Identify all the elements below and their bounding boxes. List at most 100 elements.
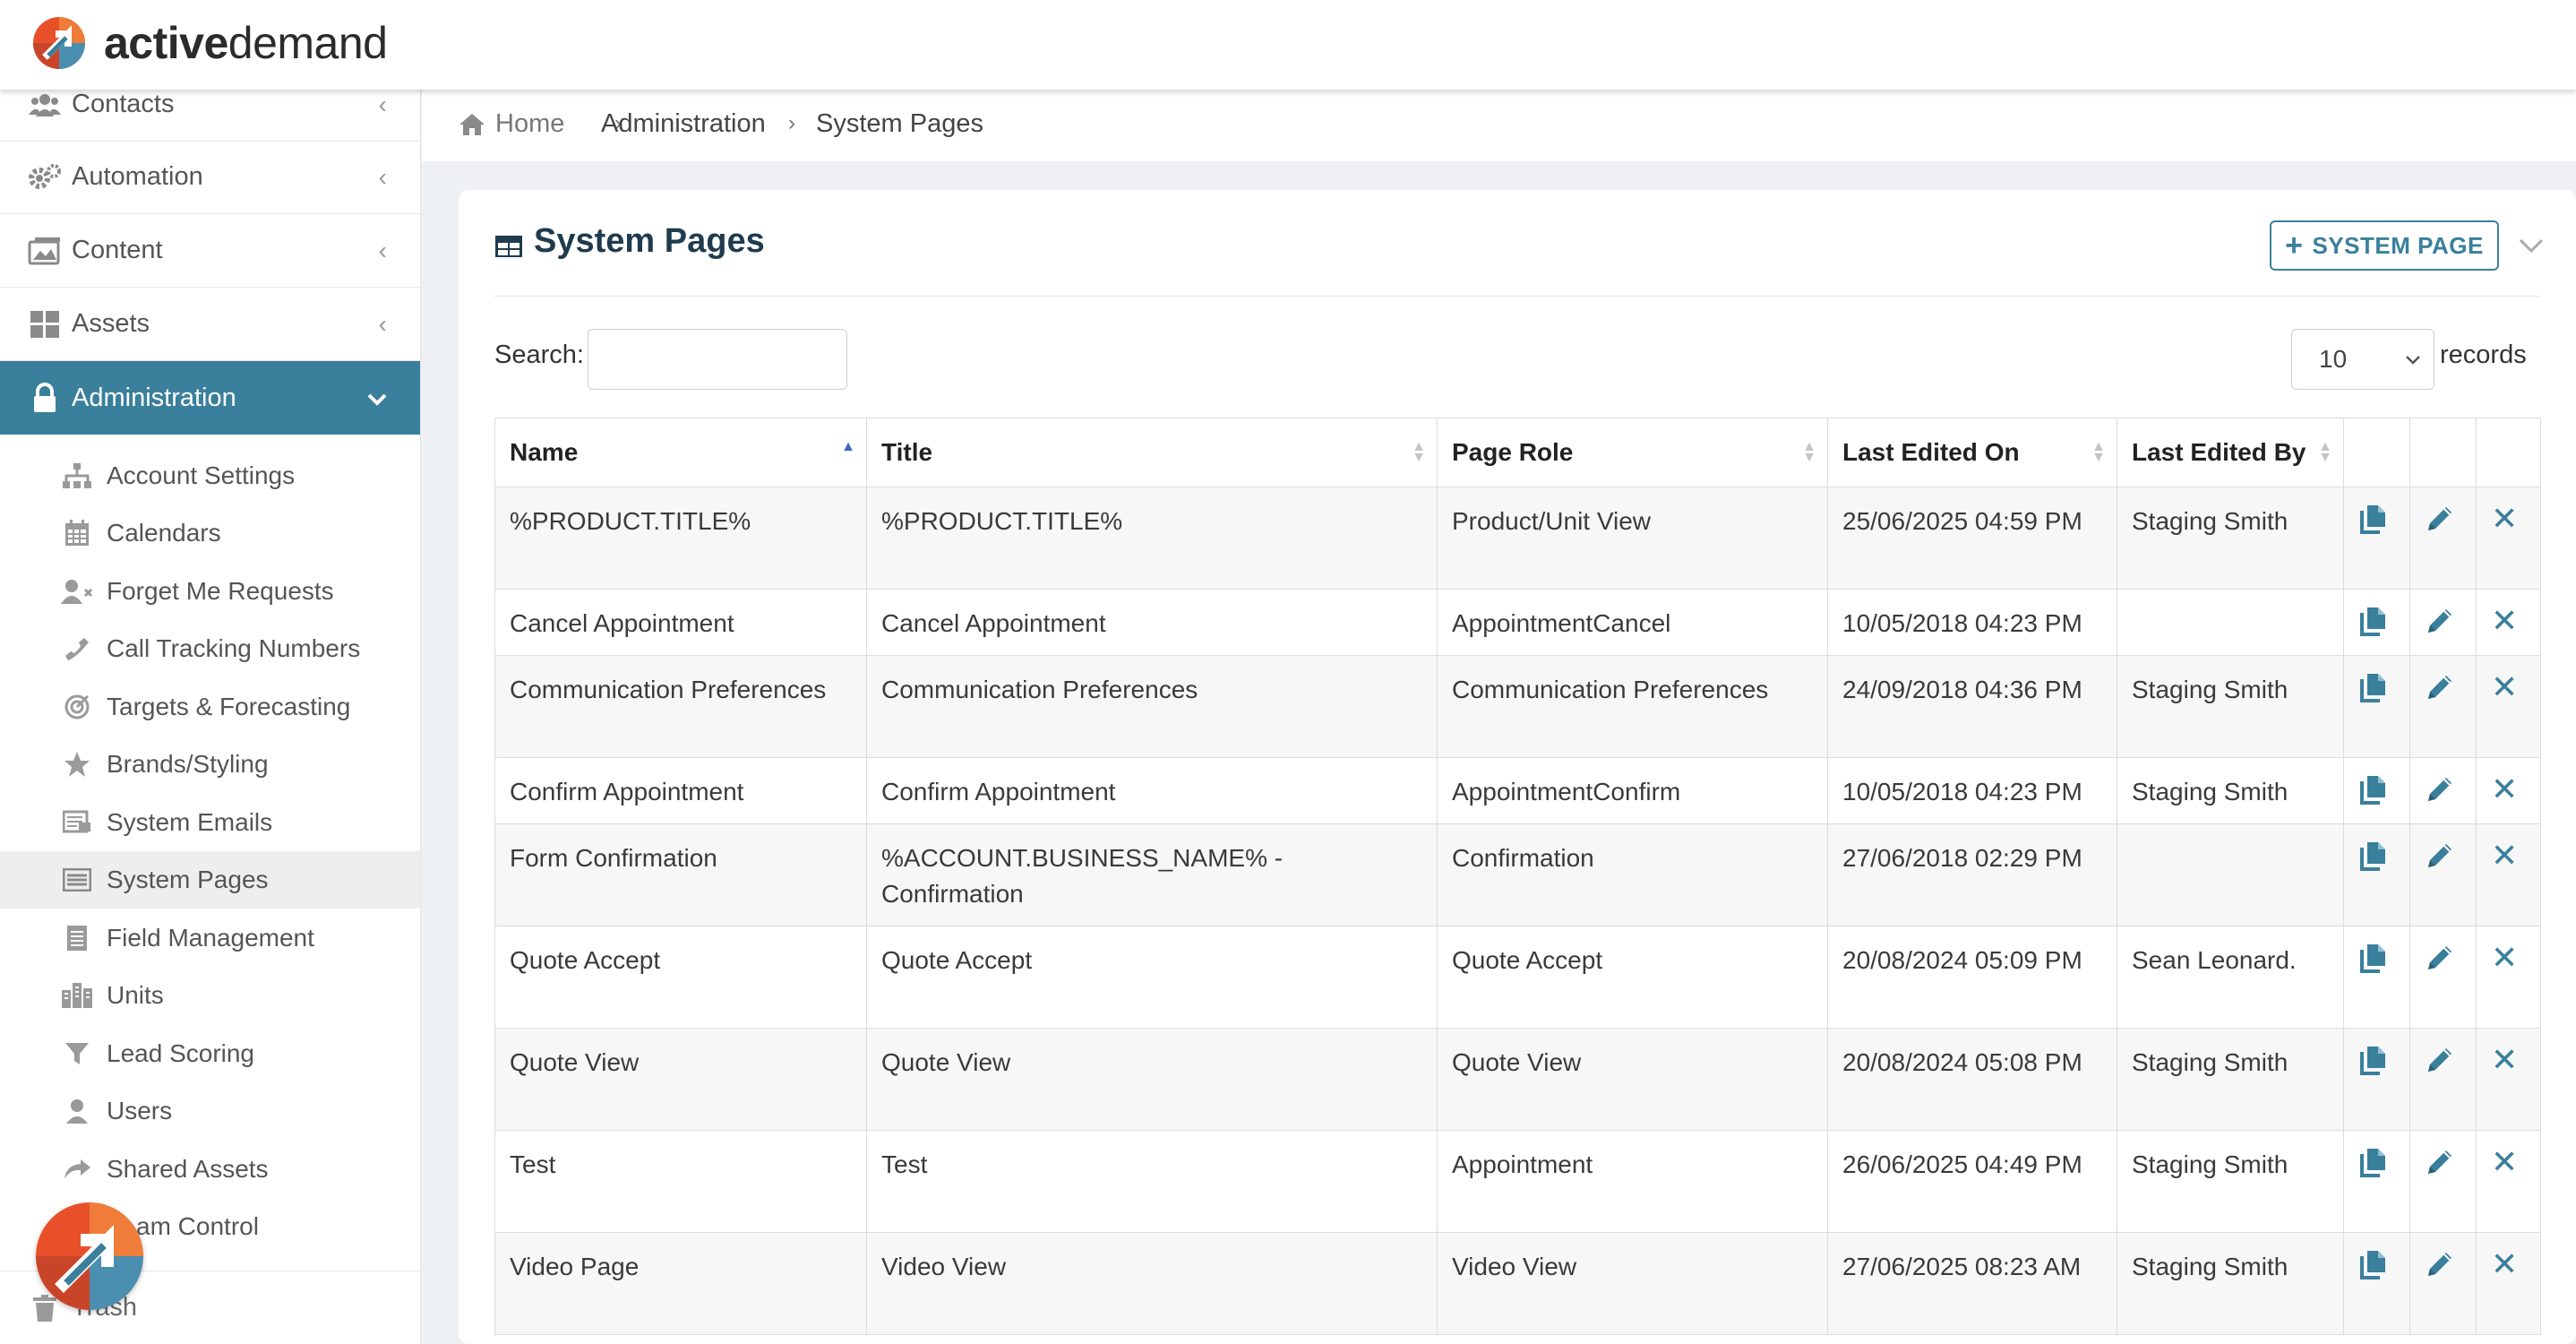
column-header-last-edited-on[interactable]: Last Edited On ▲ ▼ [1827, 418, 2117, 487]
edit-button[interactable] [2409, 487, 2477, 590]
edit-button[interactable] [2409, 926, 2477, 1029]
close-icon: ✕ [2491, 837, 2519, 874]
delete-button[interactable]: ✕ [2476, 655, 2541, 758]
copy-button[interactable] [2343, 926, 2410, 1029]
breadcrumb-administration[interactable]: Administration [601, 109, 766, 139]
sidebar-subitem-system-emails[interactable]: System Emails [0, 794, 420, 851]
sidebar-subitem-account-settings[interactable]: Account Settings [0, 447, 420, 504]
delete-button[interactable]: ✕ [2476, 926, 2541, 1029]
column-header-last-edited-by[interactable]: Last Edited By ▲ ▼ [2117, 418, 2344, 487]
chevron-down-icon[interactable] [2519, 229, 2544, 260]
edit-button[interactable] [2409, 1028, 2477, 1131]
edit-button[interactable] [2409, 1130, 2477, 1233]
close-icon: ✕ [2491, 602, 2519, 639]
column-header-name[interactable]: Name ▲ [494, 418, 867, 487]
floating-logo-badge[interactable] [36, 1202, 143, 1310]
sidebar-item-automation[interactable]: Automation ‹ [0, 141, 420, 214]
sidebar-subitem-call-tracking-numbers[interactable]: Call Tracking Numbers [0, 620, 420, 677]
cell-last-edited-by: Staging Smith [2117, 655, 2344, 758]
cell-last-edited-on: 27/06/2018 02:29 PM [1827, 823, 2117, 926]
copy-button[interactable] [2343, 589, 2410, 656]
sidebar-item-contacts[interactable]: Contacts ‹ [0, 90, 420, 142]
sidebar-subitem-forget-me-requests[interactable]: Forget Me Requests [0, 563, 420, 620]
copy-button[interactable] [2343, 1130, 2410, 1233]
copy-button[interactable] [2343, 823, 2410, 926]
chevron-left-icon: ‹ [378, 162, 387, 191]
pencil-icon [2425, 609, 2455, 642]
cell-last-edited-on: 10/05/2018 04:23 PM [1827, 589, 2117, 656]
edit-button[interactable] [2409, 655, 2477, 758]
cell-last-edited-by: Sean Leonard. [2117, 926, 2344, 1029]
cell-last-edited-on: 25/06/2025 04:59 PM [1827, 487, 2117, 590]
edit-button[interactable] [2409, 757, 2477, 824]
copy-icon [2358, 607, 2389, 642]
edit-button[interactable] [2409, 589, 2477, 656]
sidebar-item-assets[interactable]: Assets ‹ [0, 288, 420, 361]
copy-button[interactable] [2343, 1232, 2410, 1335]
edit-button[interactable] [2409, 1232, 2477, 1335]
sidebar-item-content[interactable]: Content ‹ [0, 214, 420, 288]
sidebar-subitem-system-pages[interactable]: System Pages [0, 851, 420, 909]
delete-button[interactable]: ✕ [2476, 757, 2541, 824]
close-icon: ✕ [2491, 500, 2519, 537]
copy-icon [2358, 776, 2389, 810]
search-label: Search: [494, 340, 584, 369]
sidebar-subitem-label: System Pages [107, 866, 269, 893]
sidebar-subitem-label: Call Tracking Numbers [107, 634, 361, 662]
user-x-icon [61, 575, 93, 607]
sidebar-subitem-label: Forget Me Requests [107, 577, 334, 605]
table-row[interactable]: Test Test Appointment 26/06/2025 04:49 PM St… [494, 1130, 2541, 1233]
cell-last-edited-by: Staging Smith [2117, 757, 2344, 824]
table-row[interactable]: Quote View Quote View Quote View 20/08/2024… [494, 1028, 2541, 1131]
delete-button[interactable]: ✕ [2476, 1232, 2541, 1335]
sidebar-subitem-lead-scoring[interactable]: Lead Scoring [0, 1025, 420, 1082]
chevron-left-icon: ‹ [378, 90, 387, 118]
delete-button[interactable]: ✕ [2476, 1130, 2541, 1233]
table-row[interactable]: Quote Accept Quote Accept Quote Accept 20/0… [494, 926, 2541, 1029]
cell-title: Cancel Appointment [866, 589, 1438, 656]
sidebar-subitem-units[interactable]: Units [0, 967, 420, 1024]
delete-button[interactable]: ✕ [2476, 823, 2541, 926]
cell-title: Video View [866, 1232, 1438, 1335]
pencil-icon [2425, 507, 2455, 539]
sidebar-subitem-brands-styling[interactable]: Brands/Styling [0, 736, 420, 793]
table-row[interactable]: Form Confirmation %ACCOUNT.BUSINESS_NAME%… [494, 823, 2541, 926]
copy-button[interactable] [2343, 757, 2410, 824]
column-header-page-role[interactable]: Page Role ▲ ▼ [1437, 418, 1828, 487]
chevron-left-icon: ‹ [378, 236, 387, 264]
cell-title: %PRODUCT.TITLE% [866, 487, 1438, 590]
sidebar-subitem-users[interactable]: Users [0, 1082, 420, 1140]
column-header-title[interactable]: Title ▲ ▼ [866, 418, 1438, 487]
table-row[interactable]: Confirm Appointment Confirm Appointment Ap… [494, 757, 2541, 824]
delete-button[interactable]: ✕ [2476, 1028, 2541, 1131]
add-system-page-button[interactable]: + SYSTEM PAGE [2270, 220, 2499, 271]
logo-text: activedemand [104, 18, 388, 68]
breadcrumb: Home › Administration › System Pages [422, 90, 2576, 161]
plus-icon: + [2285, 228, 2304, 263]
cell-name: Cancel Appointment [494, 589, 867, 656]
table-row[interactable]: Cancel Appointment Cancel Appointment Appo… [494, 589, 2541, 656]
add-system-page-label: SYSTEM PAGE [2312, 231, 2484, 259]
edit-button[interactable] [2409, 823, 2477, 926]
records-per-page-select[interactable]: 10 [2291, 329, 2434, 390]
sidebar-subitem-label: Lead Scoring [107, 1039, 255, 1067]
activedemand-logo[interactable]: activedemand [32, 16, 388, 70]
table-row[interactable]: Communication Preferences Communication P… [494, 655, 2541, 758]
close-icon: ✕ [2491, 771, 2519, 807]
breadcrumb-current-label: System Pages [816, 109, 983, 138]
cell-title: %ACCOUNT.BUSINESS_NAME% - Confirmation [866, 823, 1438, 926]
sidebar-item-administration[interactable]: Administration [0, 361, 420, 435]
table-row[interactable]: Video Page Video View Video View 27/06/2025… [494, 1232, 2541, 1335]
copy-button[interactable] [2343, 487, 2410, 590]
delete-button[interactable]: ✕ [2476, 487, 2541, 590]
sidebar-subitem-shared-assets[interactable]: Shared Assets [0, 1141, 420, 1198]
delete-button[interactable]: ✕ [2476, 589, 2541, 656]
search-input[interactable] [588, 329, 847, 390]
breadcrumb-home[interactable]: Home [458, 109, 564, 139]
table-row[interactable]: %PRODUCT.TITLE% %PRODUCT.TITLE% Product/Un… [494, 487, 2541, 590]
sidebar-subitem-targets-forecasting[interactable]: Targets & Forecasting [0, 678, 420, 736]
sidebar-subitem-field-management[interactable]: Field Management [0, 909, 420, 967]
copy-button[interactable] [2343, 655, 2410, 758]
copy-button[interactable] [2343, 1028, 2410, 1131]
sidebar-subitem-calendars[interactable]: Calendars [0, 504, 420, 562]
